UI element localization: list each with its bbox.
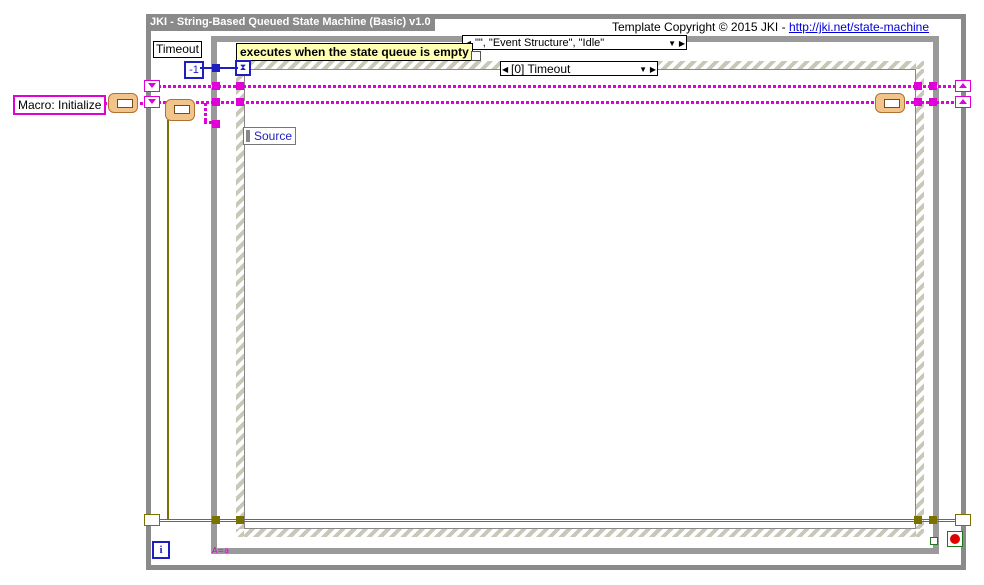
parse-queue-vi-icon[interactable] <box>165 99 195 121</box>
case-dropdown-icon[interactable]: ▼ <box>668 36 676 51</box>
add-states-vi-icon[interactable] <box>875 93 905 113</box>
stop-icon[interactable] <box>947 531 963 547</box>
string-wire <box>158 85 958 88</box>
shift-register-right[interactable] <box>955 96 971 108</box>
event-dropdown-icon[interactable]: ▼ <box>639 62 647 77</box>
event-selector[interactable]: ◀ [0] Timeout ▼ ▶ <box>500 61 658 76</box>
shift-register-right[interactable] <box>955 514 971 526</box>
iteration-terminal[interactable]: i <box>152 541 170 559</box>
case-tunnel[interactable] <box>212 64 220 72</box>
case-selector-terminal[interactable] <box>471 51 481 61</box>
loop-condition-terminal[interactable] <box>930 537 938 545</box>
cluster-wire <box>158 519 958 522</box>
case-selector[interactable]: ◀ "", "Event Structure", "Idle" ▼ ▶ <box>462 35 687 50</box>
event-tunnel[interactable] <box>236 516 244 524</box>
case-tunnel[interactable] <box>929 516 937 524</box>
event-tunnel[interactable] <box>914 98 922 106</box>
event-decrement-icon[interactable]: ◀ <box>502 62 508 77</box>
while-loop-title: JKI - String-Based Queued State Machine … <box>146 14 435 31</box>
shift-register-left[interactable] <box>144 80 160 92</box>
case-index-label: A=a <box>212 546 230 555</box>
event-tunnel[interactable] <box>236 98 244 106</box>
macro-initialize-constant[interactable]: Macro: Initialize <box>13 95 107 115</box>
copyright-note: Template Copyright © 2015 JKI - http://j… <box>612 20 929 34</box>
timeout-constant[interactable]: -1 <box>184 61 204 79</box>
shift-register-left[interactable] <box>144 514 160 526</box>
string-wire <box>204 103 207 123</box>
case-tunnel[interactable] <box>929 82 937 90</box>
case-tunnel[interactable] <box>929 98 937 106</box>
copyright-link[interactable]: http://jki.net/state-machine <box>789 20 929 34</box>
case-tunnel[interactable] <box>212 516 220 524</box>
case-tunnel[interactable] <box>212 120 220 128</box>
event-selector-value: [0] Timeout <box>511 62 571 76</box>
event-tunnel[interactable] <box>914 516 922 524</box>
event-increment-icon[interactable]: ▶ <box>650 62 656 77</box>
event-tunnel[interactable] <box>236 82 244 90</box>
event-tunnel[interactable] <box>914 82 922 90</box>
case-tunnel[interactable] <box>212 98 220 106</box>
case-selector-value: "", "Event Structure", "Idle" <box>475 37 605 49</box>
case-tunnel[interactable] <box>212 82 220 90</box>
case-comment: executes when the state queue is empty <box>236 43 473 61</box>
build-queue-vi-icon[interactable] <box>108 93 138 113</box>
event-structure-diagram[interactable] <box>244 69 916 529</box>
shift-register-left[interactable] <box>144 96 160 108</box>
string-wire <box>196 101 878 104</box>
cluster-wire <box>167 120 169 520</box>
case-increment-icon[interactable]: ▶ <box>679 36 685 51</box>
copyright-text: Template Copyright © 2015 JKI - <box>612 20 789 34</box>
event-data-node-source[interactable]: Source <box>243 127 297 145</box>
shift-register-right[interactable] <box>955 80 971 92</box>
timeout-label: Timeout <box>153 41 202 58</box>
